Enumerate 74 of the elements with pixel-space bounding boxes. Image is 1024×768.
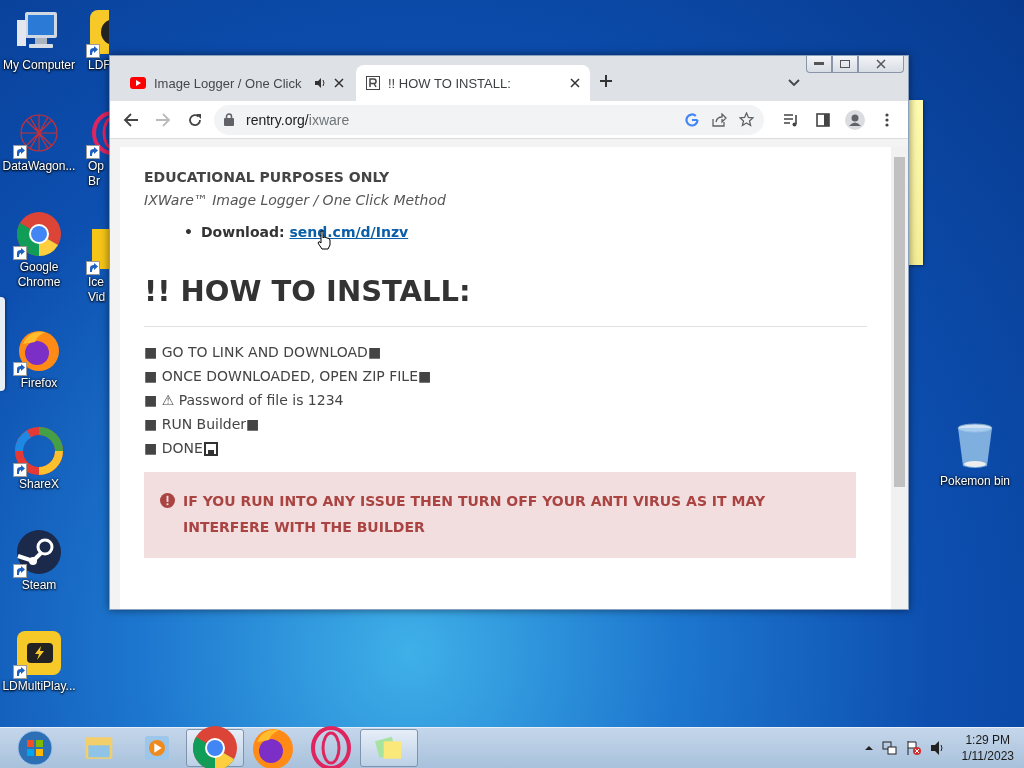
plus-icon[interactable]	[599, 74, 613, 88]
step-text: ■ RUN Builder■	[144, 415, 260, 434]
browser-tab[interactable]: !! HOW TO INSTALL:	[356, 65, 590, 101]
icon-label: DataWagon...	[1, 159, 77, 174]
video-play-icon	[130, 77, 146, 89]
taskbar-button[interactable]	[186, 729, 244, 767]
notice-text: EDUCATIONAL PURPOSES ONLY	[144, 169, 391, 185]
step-text: ■ GO TO LINK AND DOWNLOAD■	[144, 343, 382, 362]
close-button[interactable]	[858, 56, 904, 73]
taskbar-button[interactable]	[360, 729, 418, 767]
icon-label: ShareX	[18, 477, 60, 492]
browser-tab[interactable]: Image Logger / One Click	[120, 65, 354, 101]
desktop-icon[interactable]: My Computer	[0, 8, 78, 73]
side-panel-icon[interactable]	[816, 112, 830, 127]
flag-icon[interactable]	[905, 740, 922, 756]
desktop-icon[interactable]: ShareX	[0, 427, 78, 492]
restore-button[interactable]	[832, 56, 858, 73]
icon-label: LDF	[88, 58, 109, 73]
start-button[interactable]	[17, 730, 53, 766]
address-bar[interactable]: rentry.org/ixware	[214, 104, 764, 135]
chrome-icon	[15, 210, 63, 258]
icon-label: Firefox	[19, 376, 59, 391]
desktop-icon[interactable]: Pokemon bin	[936, 422, 1014, 489]
minimize-icon	[814, 62, 824, 66]
close-icon	[876, 59, 886, 69]
reload-icon[interactable]	[187, 111, 203, 128]
minimize-button[interactable]	[806, 56, 832, 73]
desktop-icon[interactable]: Google Chrome	[0, 210, 78, 290]
page-heading: !! HOW TO INSTALL:	[144, 274, 867, 327]
menu-icon[interactable]	[885, 112, 889, 127]
game-app-icon	[15, 629, 63, 677]
network-icon[interactable]	[881, 740, 898, 756]
desktop-icon[interactable]: LDMultiPlay...	[0, 629, 78, 694]
download-label: Download:	[200, 224, 286, 240]
caret-icon[interactable]	[788, 79, 800, 87]
lock-icon	[224, 113, 234, 126]
download-link[interactable]: send.cm/d/Inzv	[289, 224, 409, 240]
star-icon[interactable]	[739, 112, 754, 127]
steam-icon	[15, 528, 63, 576]
step-text: ■ ⚠ Password of file is 1234	[144, 391, 344, 410]
caret-icon[interactable]	[863, 745, 874, 751]
share-icon[interactable]	[711, 112, 727, 127]
back-arrow-icon[interactable]	[123, 111, 139, 128]
icon-label: LDMultiPlay...	[1, 679, 77, 694]
subtitle-text: IXWare™ Image Logger / One Click Method	[144, 192, 447, 208]
restore-icon	[840, 60, 850, 68]
icon-label: Google Chrome	[16, 260, 62, 290]
step-text: ■ DONE	[144, 439, 203, 458]
desktop-icon[interactable]: Steam	[0, 528, 78, 593]
playlist-icon[interactable]	[783, 112, 799, 127]
desktop-icon[interactable]: LDF	[88, 8, 109, 73]
icon-label: Steam	[20, 578, 58, 593]
bullet-mark: •	[184, 224, 193, 240]
close-icon[interactable]	[334, 78, 344, 88]
desktop-icon[interactable]: Firefox	[0, 326, 78, 391]
chrome-icon	[191, 724, 239, 768]
icon-label: Pokemon bin	[938, 474, 1011, 489]
clock[interactable]: 1:29 PM 1/11/2023	[961, 732, 1014, 764]
profile-icon[interactable]	[845, 109, 865, 130]
icon-label: Ice Vid	[88, 275, 107, 305]
recycle-bin-icon	[955, 422, 995, 470]
google-icon[interactable]	[685, 112, 699, 127]
step-text: ■ ONCE DOWNLOADED, OPEN ZIP FILE■	[144, 367, 432, 386]
page-favicon-icon	[366, 76, 380, 90]
close-icon[interactable]	[570, 78, 580, 88]
icon-label: Op Br	[88, 159, 105, 189]
desktop-icon[interactable]: Op Br	[88, 109, 109, 189]
icon-label: My Computer	[2, 58, 76, 73]
url-text: rentry.org/ixware	[246, 111, 351, 128]
alert-text: IF YOU RUN INTO ANY ISSUE THEN TURN OFF YOUR ANTI VIRUS AS IT MAY INTERFERE WITH THE BUILDER	[183, 492, 767, 537]
exclamation-icon	[160, 493, 175, 508]
speaker-icon[interactable]	[314, 77, 326, 89]
speaker-icon[interactable]	[929, 740, 946, 756]
desktop-icon[interactable]: DataWagon...	[0, 109, 78, 174]
